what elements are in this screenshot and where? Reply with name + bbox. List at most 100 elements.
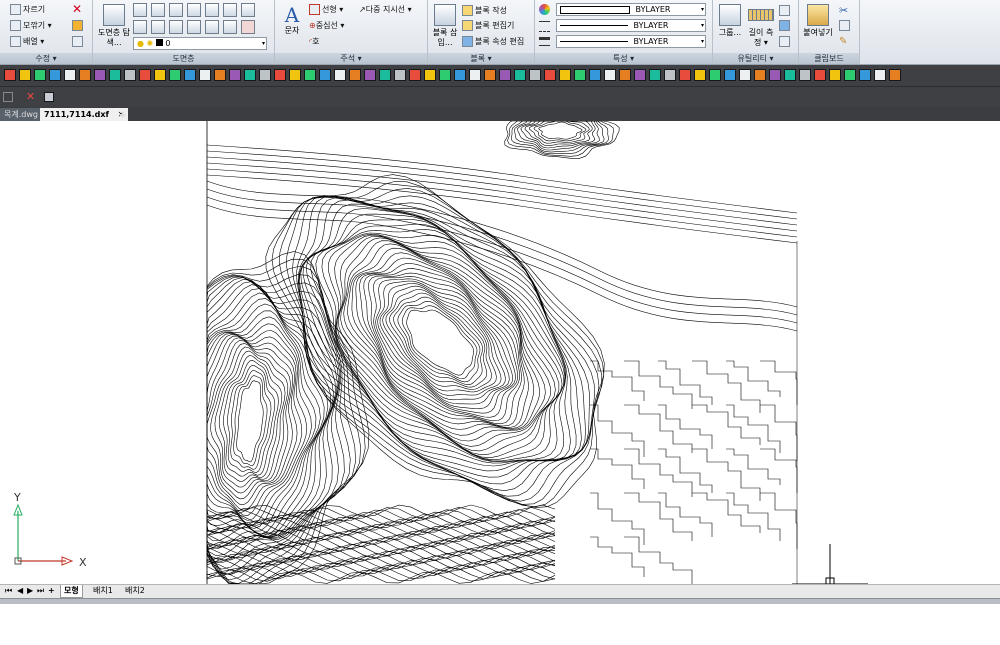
annotation-panel-title[interactable]: 주석 ▾ bbox=[275, 53, 427, 64]
select-all-button[interactable] bbox=[779, 20, 792, 31]
toolbar-tool-icon[interactable] bbox=[499, 69, 511, 81]
toolbar-tool-icon[interactable] bbox=[334, 69, 346, 81]
layer-delete-icon[interactable] bbox=[241, 20, 255, 34]
block-editor-button[interactable]: 블록 편집기 bbox=[462, 20, 514, 31]
toolbar-tool-icon[interactable] bbox=[874, 69, 886, 81]
layer-tool-icon[interactable] bbox=[223, 3, 237, 17]
toolbar-tool-icon[interactable] bbox=[619, 69, 631, 81]
toolbar-tool-icon[interactable] bbox=[274, 69, 286, 81]
toolbar-tool-icon[interactable] bbox=[34, 69, 46, 81]
layer-explorer-button[interactable]: 도면층 탐색... bbox=[97, 4, 131, 48]
toolbar-tool-icon[interactable] bbox=[289, 69, 301, 81]
toolbar-close-icon[interactable]: ✕ bbox=[26, 90, 35, 103]
toolbar-tool-icon[interactable] bbox=[484, 69, 496, 81]
toolbar-tool-icon[interactable] bbox=[469, 69, 481, 81]
quick-select-button[interactable] bbox=[779, 5, 792, 16]
toolbar-tool-icon[interactable] bbox=[319, 69, 331, 81]
layer-tool-icon[interactable] bbox=[187, 3, 201, 17]
layer-tool-icon[interactable] bbox=[205, 20, 219, 34]
toolbar-pin-icon[interactable] bbox=[44, 92, 54, 102]
properties-panel-title[interactable]: 특성 ▾ bbox=[535, 53, 712, 64]
match-properties-button[interactable]: ✎ bbox=[839, 36, 847, 47]
lineweight-dropdown[interactable]: BYLAYER ▾ bbox=[556, 35, 706, 48]
toolbar-tool-icon[interactable] bbox=[94, 69, 106, 81]
model-tab[interactable]: 모형 bbox=[60, 585, 83, 598]
toolbar-tool-icon[interactable] bbox=[79, 69, 91, 81]
toolbar-tool-icon[interactable] bbox=[664, 69, 676, 81]
layers-panel-title[interactable]: 도면층 bbox=[93, 53, 274, 64]
linetype-dropdown[interactable]: BYLAYER ▾ bbox=[556, 19, 706, 32]
layer-tool-icon[interactable] bbox=[151, 3, 165, 17]
toolbar-tool-icon[interactable] bbox=[889, 69, 901, 81]
toolbar-tool-icon[interactable] bbox=[784, 69, 796, 81]
toolbar-tool-icon[interactable] bbox=[19, 69, 31, 81]
toolbar-tool-icon[interactable] bbox=[199, 69, 211, 81]
paste-button[interactable]: 붙여넣기 bbox=[801, 4, 835, 38]
linear-dim-button[interactable]: 선형 ▾ bbox=[309, 4, 343, 15]
layer-tool-icon[interactable] bbox=[205, 3, 219, 17]
toolbar-tool-icon[interactable] bbox=[49, 69, 61, 81]
block-panel-title[interactable]: 블록 ▾ bbox=[428, 53, 534, 64]
arc-dim-button[interactable]: ◜호 bbox=[309, 36, 319, 47]
toolbar-tool-icon[interactable] bbox=[769, 69, 781, 81]
trim-button[interactable]: 자르기 bbox=[10, 4, 45, 15]
toolbar-tool-icon[interactable] bbox=[844, 69, 856, 81]
toolbar-tool-icon[interactable] bbox=[559, 69, 571, 81]
edit-attribute-button[interactable]: 블록 속성 편집 bbox=[462, 36, 524, 47]
toolbar-tool-icon[interactable] bbox=[604, 69, 616, 81]
toolbar-tool-icon[interactable] bbox=[724, 69, 736, 81]
toolbar-tool-icon[interactable] bbox=[304, 69, 316, 81]
erase-button[interactable]: ✕ bbox=[72, 3, 82, 15]
layer-tool-icon[interactable] bbox=[169, 20, 183, 34]
toolbar-tool-icon[interactable] bbox=[394, 69, 406, 81]
layer-tool-icon[interactable] bbox=[241, 3, 255, 17]
toolbar-tool-icon[interactable] bbox=[214, 69, 226, 81]
toolbar-tool-icon[interactable] bbox=[694, 69, 706, 81]
explode-button[interactable] bbox=[72, 20, 85, 31]
toolbar-tool-icon[interactable] bbox=[514, 69, 526, 81]
toolbar-tool-icon[interactable] bbox=[169, 69, 181, 81]
layer-tool-icon[interactable] bbox=[223, 20, 237, 34]
insert-block-button[interactable]: 블록 삽입... bbox=[430, 4, 460, 48]
toolbar-tool-icon[interactable] bbox=[184, 69, 196, 81]
toolbar-tool-icon[interactable] bbox=[64, 69, 76, 81]
toolbar-tool-icon[interactable] bbox=[109, 69, 121, 81]
layout2-tab[interactable]: 배치2 bbox=[122, 585, 148, 597]
utilities-panel-title[interactable]: 유틸리티 ▾ bbox=[713, 53, 798, 64]
centerline-button[interactable]: ⊕중심선 ▾ bbox=[309, 20, 344, 31]
toolbar-tool-icon[interactable] bbox=[544, 69, 556, 81]
toolbar-tool-icon[interactable] bbox=[349, 69, 361, 81]
toolbar-tool-icon[interactable] bbox=[154, 69, 166, 81]
toolbar-tool-icon[interactable] bbox=[229, 69, 241, 81]
toolbar-tool-icon[interactable] bbox=[244, 69, 256, 81]
text-button[interactable]: A 문자 bbox=[278, 4, 306, 36]
toolbar-tool-icon[interactable] bbox=[454, 69, 466, 81]
add-layout-icon[interactable]: + bbox=[45, 585, 58, 597]
toolbar-tool-icon[interactable] bbox=[679, 69, 691, 81]
toolbar-tool-icon[interactable] bbox=[709, 69, 721, 81]
id-point-button[interactable] bbox=[779, 36, 792, 47]
layer-tool-icon[interactable] bbox=[187, 20, 201, 34]
toolbar-tool-icon[interactable] bbox=[634, 69, 646, 81]
copy-button[interactable] bbox=[839, 20, 852, 31]
toolbar-tool-icon[interactable] bbox=[379, 69, 391, 81]
toolbar-tool-icon[interactable] bbox=[364, 69, 376, 81]
modify-panel-title[interactable]: 수정 ▾ bbox=[0, 53, 92, 64]
toolbar-tool-icon[interactable] bbox=[829, 69, 841, 81]
toolbar-tool-icon[interactable] bbox=[649, 69, 661, 81]
toolbar-tool-icon[interactable] bbox=[859, 69, 871, 81]
layout1-tab[interactable]: 배치1 bbox=[90, 585, 116, 597]
create-block-button[interactable]: 블록 작성 bbox=[462, 5, 507, 16]
toolbar-tool-icon[interactable] bbox=[529, 69, 541, 81]
array-button[interactable]: 배열 ▾ bbox=[10, 36, 44, 47]
toolbar-tool-icon[interactable] bbox=[439, 69, 451, 81]
layer-dropdown[interactable]: ● ✺ 0 ▾ bbox=[133, 37, 267, 50]
layer-tool-icon[interactable] bbox=[133, 3, 147, 17]
clipboard-panel-title[interactable]: 클립보드 bbox=[799, 53, 859, 64]
toolbar-tool-icon[interactable] bbox=[259, 69, 271, 81]
cut-button[interactable]: ✂ bbox=[839, 5, 848, 17]
group-button[interactable]: 그룹... bbox=[715, 4, 745, 38]
toolbar-tool-icon[interactable] bbox=[589, 69, 601, 81]
measure-button[interactable]: 길이 측정 ▾ bbox=[746, 4, 776, 48]
doc-tab[interactable]: 목계.dwg bbox=[0, 108, 42, 121]
